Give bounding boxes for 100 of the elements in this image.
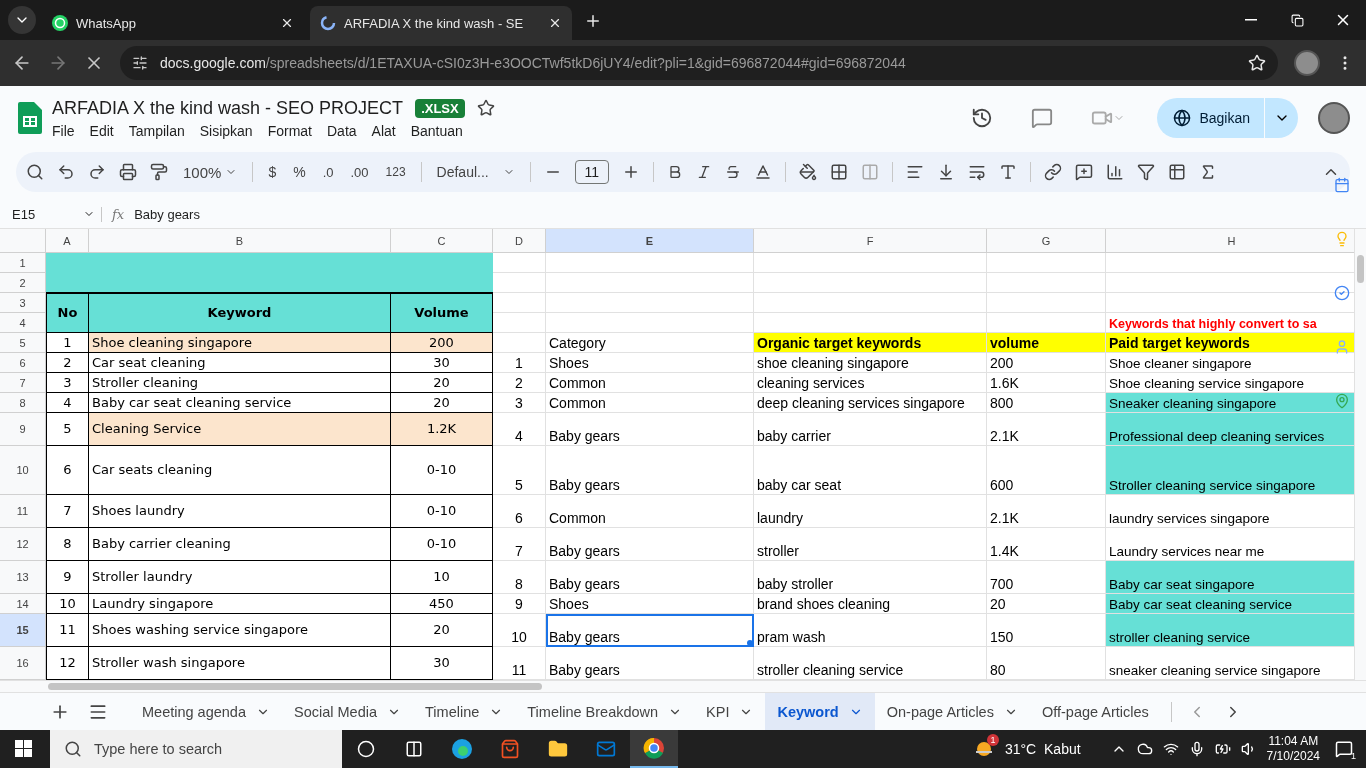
browser-tab[interactable]: WhatsApp xyxy=(42,6,304,40)
filter-icon[interactable] xyxy=(1136,163,1155,181)
column-header[interactable]: C xyxy=(391,229,493,253)
empty-cell[interactable] xyxy=(546,293,754,313)
search-icon[interactable] xyxy=(26,163,44,181)
address-bar[interactable]: docs.google.com/spreadsheets/d/1ETAXUA-cSI0z3H-e3OOCTwf5tkD6jUY4/edit?pli=1&gid=696872044#gid=696872044 xyxy=(120,46,1278,80)
increase-decimals-button[interactable]: .00 xyxy=(348,162,371,182)
fill-handle[interactable] xyxy=(747,640,753,646)
menu-item[interactable]: Format xyxy=(267,122,312,139)
menu-item[interactable]: Alat xyxy=(371,122,396,139)
undo-icon[interactable] xyxy=(57,163,75,181)
sheet-tab[interactable]: Off-page Articles xyxy=(1029,692,1161,731)
column-header[interactable]: B xyxy=(89,229,391,253)
text-rotation-icon[interactable] xyxy=(998,163,1017,181)
folder-icon[interactable] xyxy=(548,739,568,759)
formula-content[interactable]: Baby gears xyxy=(134,206,200,222)
column-header[interactable]: G xyxy=(987,229,1106,253)
empty-cell[interactable] xyxy=(987,273,1106,293)
link-icon[interactable] xyxy=(1043,163,1062,181)
taskbar-button[interactable] xyxy=(630,730,678,768)
menu-item[interactable]: Data xyxy=(327,122,357,139)
number-format-button[interactable]: 123 xyxy=(383,163,408,181)
empty-cell[interactable] xyxy=(546,253,754,273)
bookmark-star-icon[interactable] xyxy=(1248,54,1266,72)
sheet-tab[interactable]: Meeting agenda xyxy=(130,692,282,731)
redo-icon[interactable] xyxy=(88,163,106,181)
new-tab-icon[interactable] xyxy=(584,12,602,30)
empty-cell[interactable] xyxy=(754,293,987,313)
column-header[interactable]: F xyxy=(754,229,987,253)
empty-cell[interactable] xyxy=(987,293,1106,313)
currency-button[interactable]: $ xyxy=(266,162,279,182)
chart-icon[interactable] xyxy=(1105,163,1124,181)
document-title[interactable]: ARFADIA X the kind wash - SEO PROJECT xyxy=(52,97,404,119)
sheet-tab[interactable]: Timeline Breakdown xyxy=(515,692,695,731)
row-header[interactable]: 14 xyxy=(0,594,46,614)
calendar-icon[interactable] xyxy=(1334,177,1350,193)
edge-icon[interactable] xyxy=(451,738,473,760)
column-header[interactable]: A xyxy=(46,229,89,253)
sheet-tab[interactable]: Social Media xyxy=(282,692,413,731)
taskbar-search-field[interactable]: Type here to search xyxy=(50,730,342,768)
print-icon[interactable] xyxy=(119,163,137,181)
tasks-icon[interactable] xyxy=(1334,285,1350,301)
font-dropdown[interactable]: Defaul... xyxy=(434,162,517,182)
row-header[interactable]: 7 xyxy=(0,373,46,393)
task-view-icon[interactable] xyxy=(405,740,423,758)
mail-icon[interactable] xyxy=(596,739,616,759)
column-header[interactable]: H xyxy=(1106,229,1354,253)
account-avatar[interactable] xyxy=(1318,102,1350,134)
row-header[interactable]: 9 xyxy=(0,413,46,446)
comment-icon[interactable] xyxy=(1074,163,1093,181)
horizontal-scrollbar[interactable] xyxy=(0,680,1366,692)
cortana-icon[interactable] xyxy=(357,740,375,758)
strikethrough-icon[interactable] xyxy=(724,164,741,180)
row-header[interactable]: 15 xyxy=(0,614,46,647)
row-header[interactable]: 16 xyxy=(0,647,46,680)
font-size-field[interactable]: 11 xyxy=(574,160,609,184)
tab-search-button[interactable] xyxy=(8,6,36,34)
cloud-icon[interactable] xyxy=(1136,741,1153,757)
sheet-tab[interactable]: KPI xyxy=(694,692,766,731)
store-icon[interactable] xyxy=(500,739,520,759)
name-box[interactable]: E15 xyxy=(12,206,102,222)
vertical-scrollbar[interactable] xyxy=(1354,229,1366,680)
row-header[interactable]: 1 xyxy=(0,253,46,273)
battery-icon[interactable] xyxy=(1214,741,1231,757)
close-icon[interactable] xyxy=(280,16,294,30)
row-header[interactable]: 5 xyxy=(0,333,46,353)
column-header[interactable]: D xyxy=(493,229,546,253)
sheets-logo[interactable] xyxy=(18,102,42,134)
menu-item[interactable]: File xyxy=(52,122,75,139)
clock-date[interactable]: 7/10/2024 xyxy=(1266,749,1320,764)
close-icon[interactable] xyxy=(548,16,562,30)
sheet-tab[interactable]: Keyword xyxy=(765,692,875,731)
row-header[interactable]: 8 xyxy=(0,393,46,413)
clock-time[interactable]: 11:04 AM xyxy=(1268,734,1319,749)
decrease-decimals-button[interactable]: .0 xyxy=(320,162,336,182)
browser-tab[interactable]: ARFADIA X the kind wash - SE xyxy=(310,6,572,40)
site-settings-icon[interactable] xyxy=(132,55,148,71)
empty-cell[interactable] xyxy=(987,253,1106,273)
star-icon[interactable] xyxy=(476,99,495,117)
wifi-icon[interactable] xyxy=(1162,741,1179,757)
zoom-dropdown[interactable]: 100% xyxy=(181,161,240,183)
wrap-text-icon[interactable] xyxy=(967,163,986,181)
align-icon[interactable] xyxy=(905,163,924,181)
empty-cell[interactable] xyxy=(754,253,987,273)
paint-format-icon[interactable] xyxy=(150,163,168,181)
text-color-icon[interactable] xyxy=(753,163,772,181)
row-header[interactable]: 6 xyxy=(0,353,46,373)
borders-icon[interactable] xyxy=(829,163,848,181)
percent-button[interactable]: % xyxy=(291,162,308,182)
empty-cell[interactable] xyxy=(546,273,754,293)
empty-cell[interactable] xyxy=(754,273,987,293)
weather-text[interactable]: 31°C Kabut xyxy=(1004,741,1081,757)
row-header[interactable]: 13 xyxy=(0,561,46,594)
fill-color-icon[interactable] xyxy=(798,163,817,181)
table-icon[interactable] xyxy=(1167,163,1186,181)
menu-item[interactable]: Tampilan xyxy=(128,122,185,139)
notification-icon[interactable] xyxy=(1335,740,1353,758)
row-header[interactable]: 10 xyxy=(0,446,46,495)
row-header[interactable]: 3 xyxy=(0,293,46,313)
column-header[interactable]: E xyxy=(546,229,754,253)
